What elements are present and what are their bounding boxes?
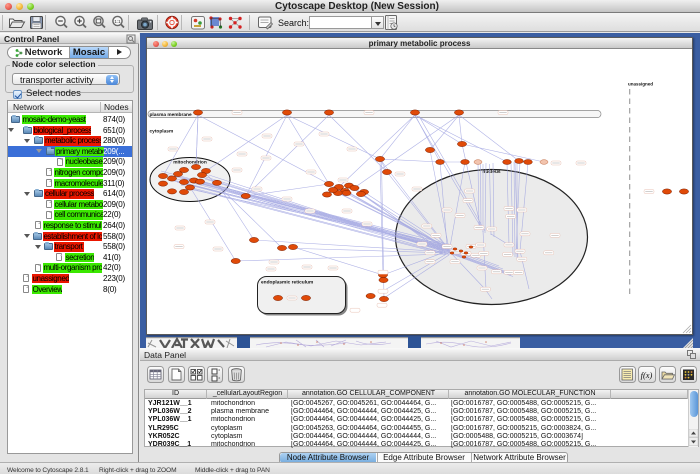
- svg-text:unassigned: unassigned: [628, 82, 653, 87]
- svg-text:endoplasmic reticulum: endoplasmic reticulum: [261, 280, 313, 286]
- svg-text:f(x): f(x): [641, 370, 653, 380]
- svg-text:plasma membrane: plasma membrane: [150, 112, 192, 118]
- svg-text:nucleus: nucleus: [482, 169, 500, 175]
- svg-text:mitochondrion: mitochondrion: [173, 160, 207, 166]
- svg-text:1:1: 1:1: [114, 19, 121, 24]
- svg-text:cytoplasm: cytoplasm: [150, 129, 174, 135]
